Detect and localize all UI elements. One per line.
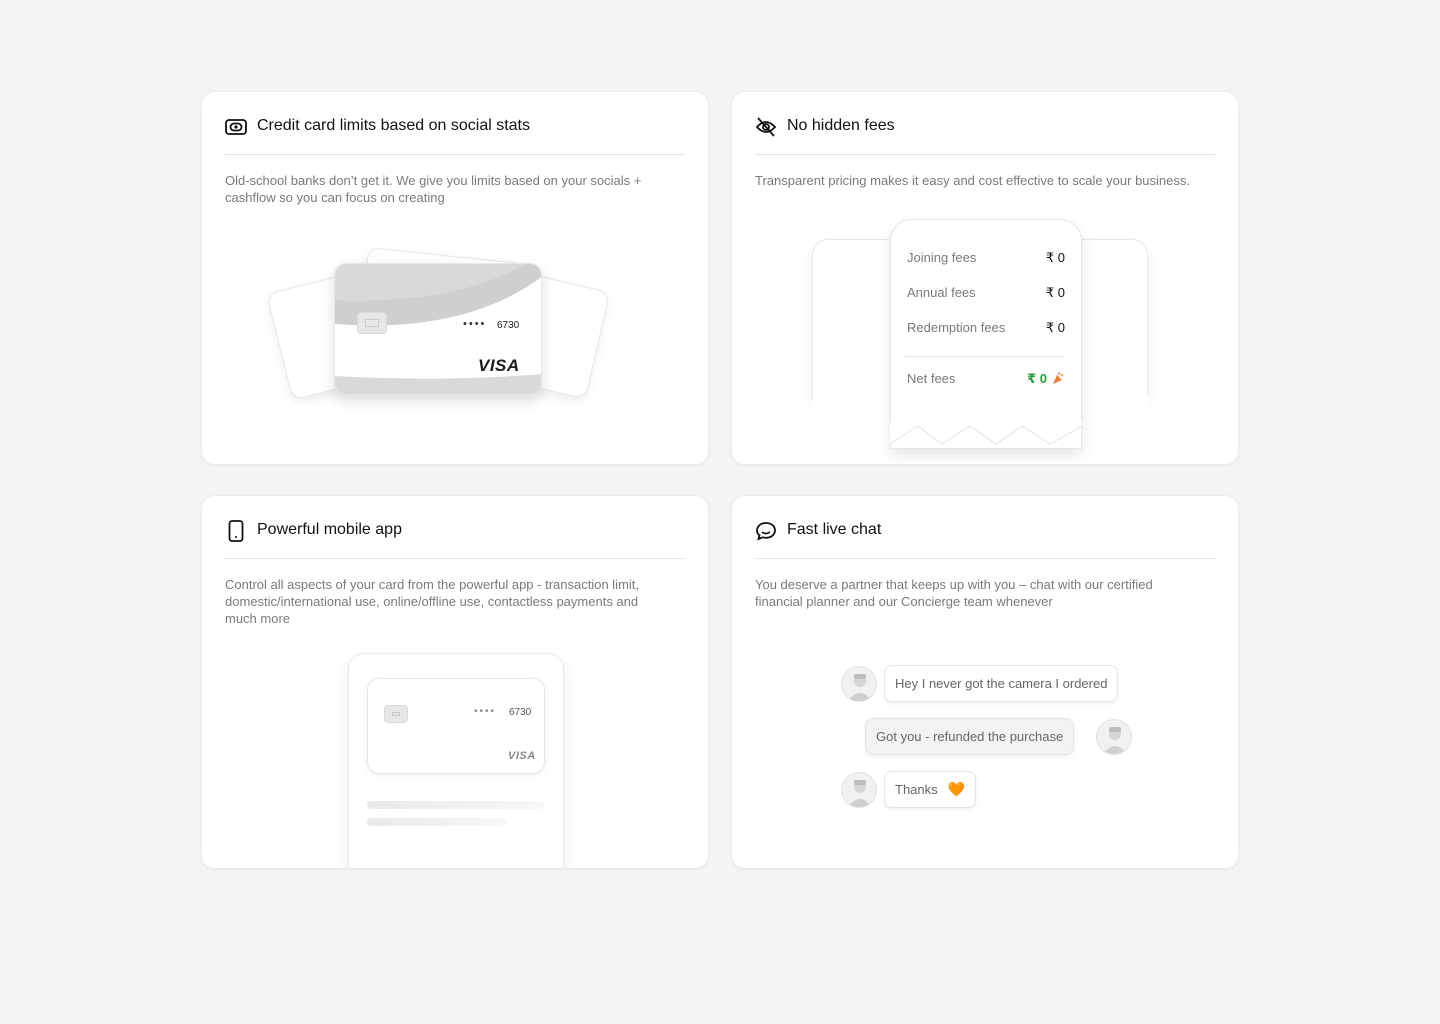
fee-value: ₹ 0 — [1045, 285, 1065, 300]
net-value-wrap: ₹ 0 — [1027, 371, 1065, 387]
avatar — [841, 666, 877, 702]
fee-value: ₹ 0 — [1045, 320, 1065, 335]
cash-icon — [225, 116, 247, 138]
chat-message: Thanks 🧡 — [884, 771, 977, 808]
phone-mockup: •••• 6730 VISA — [348, 653, 564, 868]
chat-message: Got you - refunded the purchase — [865, 718, 1075, 755]
fee-row-redemption: Redemption fees ₹ 0 — [907, 320, 1065, 336]
credit-limits-card: Credit card limits based on social stats… — [201, 91, 709, 465]
fee-receipt: Joining fees ₹ 0 Annual fees ₹ 0 Redempt… — [890, 219, 1082, 449]
fee-value: ₹ 0 — [1045, 250, 1065, 265]
panel-title: Fast live chat — [787, 521, 882, 538]
avatar — [841, 772, 877, 808]
panel-header: No hidden fees — [755, 112, 1215, 155]
fee-label: Net fees — [907, 371, 956, 386]
live-chat-card: Fast live chat You deserve a partner tha… — [731, 495, 1239, 869]
panel-header: Credit card limits based on social stats — [225, 112, 685, 155]
fee-row-net: Net fees ₹ 0 — [907, 371, 1065, 387]
chat-message: Hey I never got the camera I ordered — [884, 665, 1119, 702]
card-dots: •••• — [463, 318, 487, 330]
card-chip — [357, 312, 387, 334]
placeholder-bar — [367, 801, 545, 809]
chat-bubble-icon — [755, 520, 777, 542]
chat-message-text: Hey I never got the camera I ordered — [895, 676, 1108, 691]
card-chip — [384, 705, 408, 723]
fee-divider — [905, 356, 1065, 357]
orange-heart-icon: 🧡 — [947, 781, 966, 797]
receipt-main-zigzag — [889, 422, 1083, 445]
panel-header: Powerful mobile app — [225, 516, 685, 559]
panel-title: No hidden fees — [787, 117, 895, 134]
panel-description: Transparent pricing makes it easy and co… — [755, 173, 1190, 188]
fee-row-joining: Joining fees ₹ 0 — [907, 250, 1065, 266]
smartphone-icon — [225, 520, 247, 542]
fee-label: Annual fees — [907, 285, 976, 300]
no-hidden-fees-card: No hidden fees Transparent pricing makes… — [731, 91, 1239, 465]
mobile-app-card: Powerful mobile app Control all aspects … — [201, 495, 709, 869]
panel-description: Old-school banks don’t get it. We give y… — [225, 173, 642, 205]
card-number: 6730 — [497, 320, 520, 331]
panel-header: Fast live chat — [755, 516, 1215, 559]
panel-title: Powerful mobile app — [257, 521, 402, 538]
credit-card: •••• 6730 VISA — [334, 263, 542, 395]
visa-logo: VISA — [478, 356, 520, 375]
net-fee-value: ₹ 0 — [1027, 371, 1047, 386]
chat-message-text: Thanks — [895, 782, 938, 797]
placeholder-bar — [367, 818, 507, 826]
card-dots: •••• — [474, 706, 497, 717]
panel-description: Control all aspects of your card from th… — [225, 577, 640, 626]
card-number: 6730 — [509, 707, 532, 718]
avatar — [1096, 719, 1132, 755]
eye-off-icon — [755, 116, 777, 138]
fee-row-annual: Annual fees ₹ 0 — [907, 285, 1065, 301]
fee-label: Joining fees — [907, 250, 977, 265]
phone-card: •••• 6730 VISA — [367, 678, 545, 774]
visa-logo: VISA — [508, 750, 536, 762]
chat-message-text: Got you - refunded the purchase — [876, 729, 1064, 744]
fee-label: Redemption fees — [907, 320, 1006, 335]
panel-title: Credit card limits based on social stats — [257, 117, 530, 134]
party-popper-icon — [1051, 372, 1065, 386]
panel-description: You deserve a partner that keeps up with… — [755, 577, 1153, 609]
